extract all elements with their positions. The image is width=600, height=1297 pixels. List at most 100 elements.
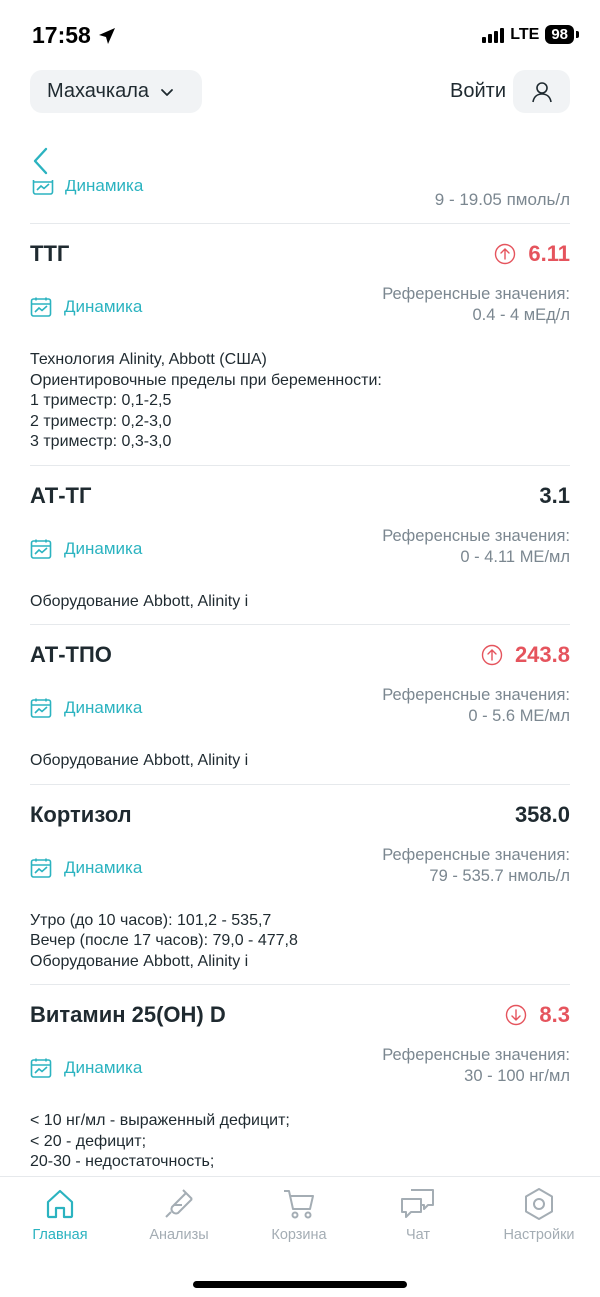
chart-calendar-icon xyxy=(32,180,54,195)
dynamics-label: Динамика xyxy=(64,297,143,316)
arrow-up-circle-icon xyxy=(481,644,503,666)
test-value: 3.1 xyxy=(539,483,570,509)
status-bar: 17:58 LTE 98 xyxy=(0,0,600,70)
test-name: Кортизол xyxy=(30,801,132,827)
results-list: Динамика 9 - 19.05 пмоль/л ТТГ 6.11 Динами… xyxy=(0,180,600,1175)
status-indicators: LTE 98 xyxy=(482,25,579,44)
signal-icon xyxy=(482,27,505,43)
reference-range: 9 - 19.05 пмоль/л xyxy=(434,190,570,209)
reference-block: Референсные значения: 0 - 5.6 МЕ/мл xyxy=(382,685,570,727)
status-time: 17:58 xyxy=(32,22,117,49)
dynamics-link[interactable]: Динамика xyxy=(30,697,142,719)
reference-range: 0.4 - 4 мЕд/л xyxy=(472,306,570,324)
cart-icon xyxy=(284,1190,314,1219)
note-line: Оборудование Abbott, Alinity i xyxy=(30,592,249,610)
test-name: ТТГ xyxy=(30,241,70,266)
tab-home[interactable]: Главная xyxy=(5,1187,115,1243)
reference-label: Референсные значения: xyxy=(382,845,570,864)
time-text: 17:58 xyxy=(32,22,91,48)
note-line: Технология Alinity, Abbott (США) xyxy=(30,351,267,368)
partial-result-item: Динамика 9 - 19.05 пмоль/л xyxy=(0,180,600,223)
tab-label: Главная xyxy=(32,1227,88,1243)
test-value: 6.11 xyxy=(494,241,570,267)
test-value-text: 243.8 xyxy=(514,642,570,667)
reference-block: Референсные значения: 79 - 535.7 нмоль/л xyxy=(382,845,570,887)
dynamics-label: Динамика xyxy=(64,698,143,717)
tab-label: Настройки xyxy=(503,1227,575,1243)
chart-calendar-icon xyxy=(30,698,52,718)
note-line: Оборудование Abbott, Alinity i xyxy=(30,752,249,769)
reference-range: 30 - 100 нг/мл xyxy=(464,1067,570,1085)
note-line: Оборудование Abbott, Alinity i xyxy=(30,952,249,970)
app-header: Махачкала Войти xyxy=(0,70,600,114)
note-line: Вечер (после 17 часов): 79,0 - 477,8 xyxy=(30,932,298,949)
chart-calendar-icon xyxy=(30,539,52,559)
user-icon xyxy=(531,81,552,102)
note-line: < 10 нг/мл - выраженный дефицит; xyxy=(30,1112,290,1129)
test-value-text: 6.11 xyxy=(528,241,570,266)
dynamics-link[interactable]: Динамика xyxy=(30,1057,142,1079)
test-notes: Технология Alinity, Abbott (США) Ориентир… xyxy=(30,350,570,465)
reference-block: Референсные значения: 0.4 - 4 мЕд/л xyxy=(382,284,570,326)
test-value: 243.8 xyxy=(481,642,570,668)
chart-calendar-icon xyxy=(30,297,52,317)
note-line: 2 триместр: 0,2-3,0 xyxy=(30,412,172,430)
arrow-up-circle-icon xyxy=(495,243,516,265)
reference-label: Референсные значения: xyxy=(382,1046,570,1064)
chart-calendar-icon xyxy=(30,1058,52,1078)
city-label: Махачкала xyxy=(47,80,149,102)
home-indicator xyxy=(193,1281,407,1288)
result-item: АТ-ТГ 3.1 Динамика Референсные значения: 0 -… xyxy=(0,466,600,625)
profile-button[interactable] xyxy=(513,70,570,113)
dynamics-link[interactable]: Динамика xyxy=(30,296,142,318)
network-type: LTE xyxy=(510,25,540,43)
test-value-text: 358.0 xyxy=(514,801,570,827)
reference-range: 79 - 535.7 нмоль/л xyxy=(429,866,570,885)
chat-icon xyxy=(401,1189,434,1218)
test-tube-icon xyxy=(165,1189,193,1218)
dynamics-link[interactable]: Динамика xyxy=(30,857,142,879)
test-notes: < 10 нг/мл - выраженный дефицит; < 20 - д… xyxy=(30,1111,570,1175)
result-item: АТ-ТПО 243.8 Динамика Референсные значения:… xyxy=(0,625,600,784)
note-line: < 20 - дефицит; xyxy=(30,1132,147,1150)
tab-settings[interactable]: Настройки xyxy=(484,1187,594,1243)
reference-range: 0 - 5.6 МЕ/мл xyxy=(468,707,570,725)
note-line: 30-100 - адекватный уровень (целевые зна… xyxy=(30,1173,570,1176)
test-value-text: 8.3 xyxy=(539,1002,570,1027)
test-value-text: 3.1 xyxy=(539,482,570,508)
chevron-left-icon xyxy=(33,147,48,175)
result-item: Витамин 25(OH) D 8.3 Динамика Референсные з… xyxy=(0,985,600,1175)
test-notes: Утро (до 10 часов): 101,2 - 535,7 Вечер (… xyxy=(30,911,570,985)
tab-chat[interactable]: Чат xyxy=(363,1187,473,1243)
reference-label: Референсные значения: xyxy=(382,526,570,545)
tab-analyses[interactable]: Анализы xyxy=(124,1187,234,1243)
note-line: 20-30 - недостаточность; xyxy=(30,1153,215,1170)
battery-icon: 98 xyxy=(545,25,579,44)
note-line: 1 триместр: 0,1-2,5 xyxy=(30,392,172,409)
reference-label: Референсные значения: xyxy=(382,686,570,704)
login-button[interactable]: Войти xyxy=(450,80,506,103)
note-line: Утро (до 10 часов): 101,2 - 535,7 xyxy=(30,911,272,929)
reference-range: 0 - 4.11 МЕ/мл xyxy=(460,547,570,566)
dynamics-label: Динамика xyxy=(64,1058,143,1077)
reference-label: Референсные значения: xyxy=(382,285,570,303)
dynamics-label: Динамика xyxy=(64,857,143,877)
dynamics-link[interactable]: Динамика xyxy=(30,538,142,560)
tab-bar: Главная Анализы Корзина Чат Настройки xyxy=(0,1176,600,1297)
test-name: Витамин 25(OH) D xyxy=(30,1002,226,1027)
back-button[interactable] xyxy=(30,146,54,176)
tab-cart[interactable]: Корзина xyxy=(244,1187,354,1243)
test-value: 358.0 xyxy=(515,802,570,828)
test-notes: Оборудование Abbott, Alinity i xyxy=(30,592,570,625)
test-value: 8.3 xyxy=(505,1002,570,1028)
dynamics-link[interactable]: Динамика xyxy=(65,180,143,196)
test-notes: Оборудование Abbott, Alinity i xyxy=(30,751,570,784)
result-item: ТТГ 6.11 Динамика Референсные значения: 0.4 … xyxy=(0,224,600,465)
dynamics-label: Динамика xyxy=(64,538,143,558)
reference-block: Референсные значения: 0 - 4.11 МЕ/мл xyxy=(382,526,570,568)
test-name: АТ-ТГ xyxy=(30,482,92,508)
city-selector[interactable]: Махачкала xyxy=(30,70,202,113)
chevron-down-icon xyxy=(161,88,173,96)
tab-label: Анализы xyxy=(149,1227,209,1243)
tab-label: Корзина xyxy=(271,1227,327,1243)
